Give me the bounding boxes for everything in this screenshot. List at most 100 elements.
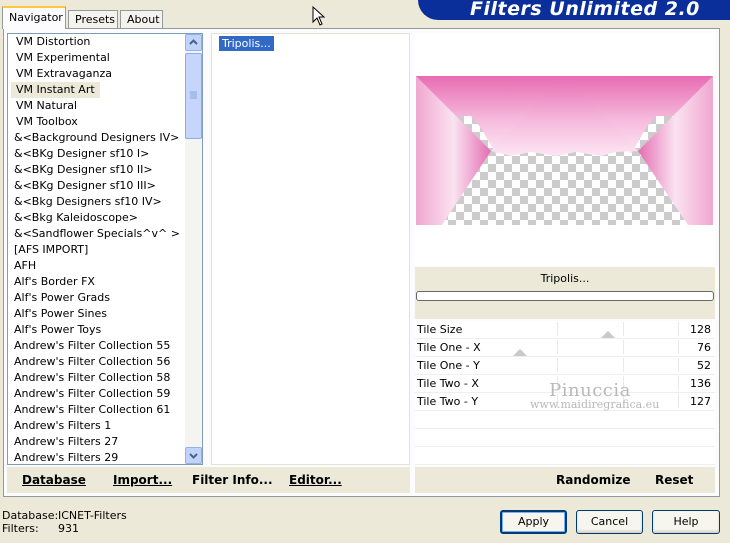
slider-tile-one-y[interactable]: Tile One - Y 52	[415, 357, 715, 375]
list-item[interactable]: Alf's Power Sines	[8, 306, 186, 322]
list-item[interactable]: &<Sandflower Specials^v^ >	[8, 226, 186, 242]
filter-info-button-label: Filter Info...	[192, 473, 273, 487]
filter-list-scrollbar[interactable]	[185, 34, 202, 464]
list-item[interactable]: VM Natural	[8, 98, 186, 114]
list-item[interactable]: Andrew's Filters 1	[8, 418, 186, 434]
import-button[interactable]: Import...	[113, 473, 172, 487]
mouse-cursor-icon	[312, 6, 326, 26]
list-item[interactable]: &<BKg Designer sf10 II>	[8, 162, 186, 178]
filter-info-button[interactable]: Filter Info...	[192, 473, 273, 487]
scroll-thumb[interactable]	[185, 53, 202, 139]
list-item[interactable]: VM Extravaganza	[8, 66, 186, 82]
tab-about-label: About	[127, 13, 160, 26]
list-item[interactable]: &<BKg Designer sf10 III>	[8, 178, 186, 194]
help-button[interactable]: Help	[652, 510, 720, 534]
list-item[interactable]: &<Background Designers IV>	[8, 130, 186, 146]
filters-label: Filters:	[2, 522, 39, 535]
list-item[interactable]: VM Toolbox	[8, 114, 186, 130]
cancel-button[interactable]: Cancel	[576, 510, 643, 534]
preview-area	[415, 33, 715, 266]
slider-tile-one-x[interactable]: Tile One - X 76	[415, 339, 715, 357]
list-item[interactable]: &<Bkg Designers sf10 IV>	[8, 194, 186, 210]
navigator-actions: Database Import... Filter Info... Editor…	[7, 467, 410, 493]
import-button-label: Import...	[113, 473, 173, 487]
tab-presets[interactable]: Presets	[68, 10, 118, 29]
slider-tick	[623, 340, 624, 354]
list-item[interactable]: &<Bkg Kaleidoscope>	[8, 210, 186, 226]
preview-actions: Randomize Reset	[415, 467, 715, 493]
grip-icon	[190, 91, 197, 99]
effect-list[interactable]: Tripolis...	[211, 33, 410, 465]
slider-tick	[678, 340, 679, 354]
scroll-up-button[interactable]	[185, 34, 202, 51]
slider-track[interactable]	[491, 357, 711, 374]
list-item[interactable]: &<BKg Designer sf10 I>	[8, 146, 186, 162]
slider-tile-two-y[interactable]: Tile Two - Y 127	[415, 393, 715, 411]
slider-tile-two-x[interactable]: Tile Two - X 136	[415, 375, 715, 393]
empty-slider-row	[415, 411, 715, 429]
slider-tick	[623, 376, 624, 390]
list-item[interactable]: VM Experimental	[8, 50, 186, 66]
database-button-label: Database	[22, 473, 86, 487]
slider-tick	[557, 322, 558, 336]
slider-track[interactable]	[491, 321, 711, 338]
list-item[interactable]: [AFS IMPORT]	[8, 242, 186, 258]
list-item[interactable]: VM Distortion	[8, 34, 186, 50]
app-title: Filters Unlimited 2.0	[470, 0, 700, 20]
list-item[interactable]: AFH	[8, 258, 186, 274]
slider-value: 136	[690, 377, 711, 390]
list-item[interactable]: Andrew's Filter Collection 59	[8, 386, 186, 402]
database-value: ICNET-Filters	[58, 509, 127, 522]
empty-slider-row	[415, 447, 715, 465]
filter-category-items: VM Distortion VM Experimental VM Extrava…	[8, 34, 186, 464]
slider-thumb[interactable]	[513, 349, 527, 356]
list-item[interactable]: Alf's Power Toys	[8, 322, 186, 338]
slider-tick	[623, 358, 624, 372]
tab-presets-label: Presets	[75, 13, 116, 26]
randomize-button[interactable]: Randomize	[556, 473, 630, 487]
list-item[interactable]: Andrew's Filters 29	[8, 450, 186, 464]
slider-label: Tile One - Y	[417, 359, 480, 372]
list-item[interactable]: Alf's Power Grads	[8, 290, 186, 306]
reset-button[interactable]: Reset	[655, 473, 693, 487]
slider-track[interactable]	[491, 393, 711, 410]
tab-about[interactable]: About	[120, 10, 163, 29]
list-item[interactable]: Andrew's Filter Collection 56	[8, 354, 186, 370]
editor-button[interactable]: Editor...	[289, 473, 342, 487]
tab-navigator-label: Navigator	[9, 11, 63, 24]
database-button[interactable]: Database	[22, 473, 86, 487]
scroll-down-button[interactable]	[185, 447, 202, 464]
slider-track[interactable]	[491, 339, 711, 356]
slider-tick	[623, 394, 624, 408]
list-item[interactable]: Andrew's Filter Collection 61	[8, 402, 186, 418]
slider-value: 52	[697, 359, 711, 372]
slider-value: 127	[690, 395, 711, 408]
slider-tick	[557, 394, 558, 408]
tab-navigator[interactable]: Navigator	[2, 6, 66, 29]
slider-tick	[623, 322, 624, 336]
list-item[interactable]: Andrew's Filter Collection 55	[8, 338, 186, 354]
preview-image	[416, 76, 713, 225]
filter-name-area: Tripolis...	[415, 267, 715, 319]
effect-item-selected[interactable]: Tripolis...	[219, 36, 274, 51]
slider-tile-size[interactable]: Tile Size 128	[415, 321, 715, 339]
slider-tick	[678, 358, 679, 372]
parameter-sliders: Tile Size 128 Tile One - X 76 Tile One -…	[415, 321, 715, 465]
slider-track[interactable]	[491, 375, 711, 392]
editor-button-label: Editor...	[289, 473, 342, 487]
apply-button[interactable]: Apply	[500, 510, 567, 534]
empty-slider-row	[415, 429, 715, 447]
slider-thumb[interactable]	[601, 331, 615, 338]
slider-value: 76	[697, 341, 711, 354]
slider-tick	[557, 340, 558, 354]
database-info: Database:ICNET-Filters Filters: 931	[2, 509, 127, 535]
chevron-down-icon	[189, 453, 198, 459]
slider-value: 128	[690, 323, 711, 336]
list-item[interactable]: Andrew's Filter Collection 58	[8, 370, 186, 386]
list-item[interactable]: Andrew's Filters 27	[8, 434, 186, 450]
list-item[interactable]: Alf's Border FX	[8, 274, 186, 290]
slider-label: Tile Two - Y	[417, 395, 479, 408]
slider-label: Tile One - X	[417, 341, 481, 354]
list-item-selected[interactable]: VM Instant Art	[11, 82, 100, 98]
filter-category-list[interactable]: VM Distortion VM Experimental VM Extrava…	[7, 33, 203, 465]
